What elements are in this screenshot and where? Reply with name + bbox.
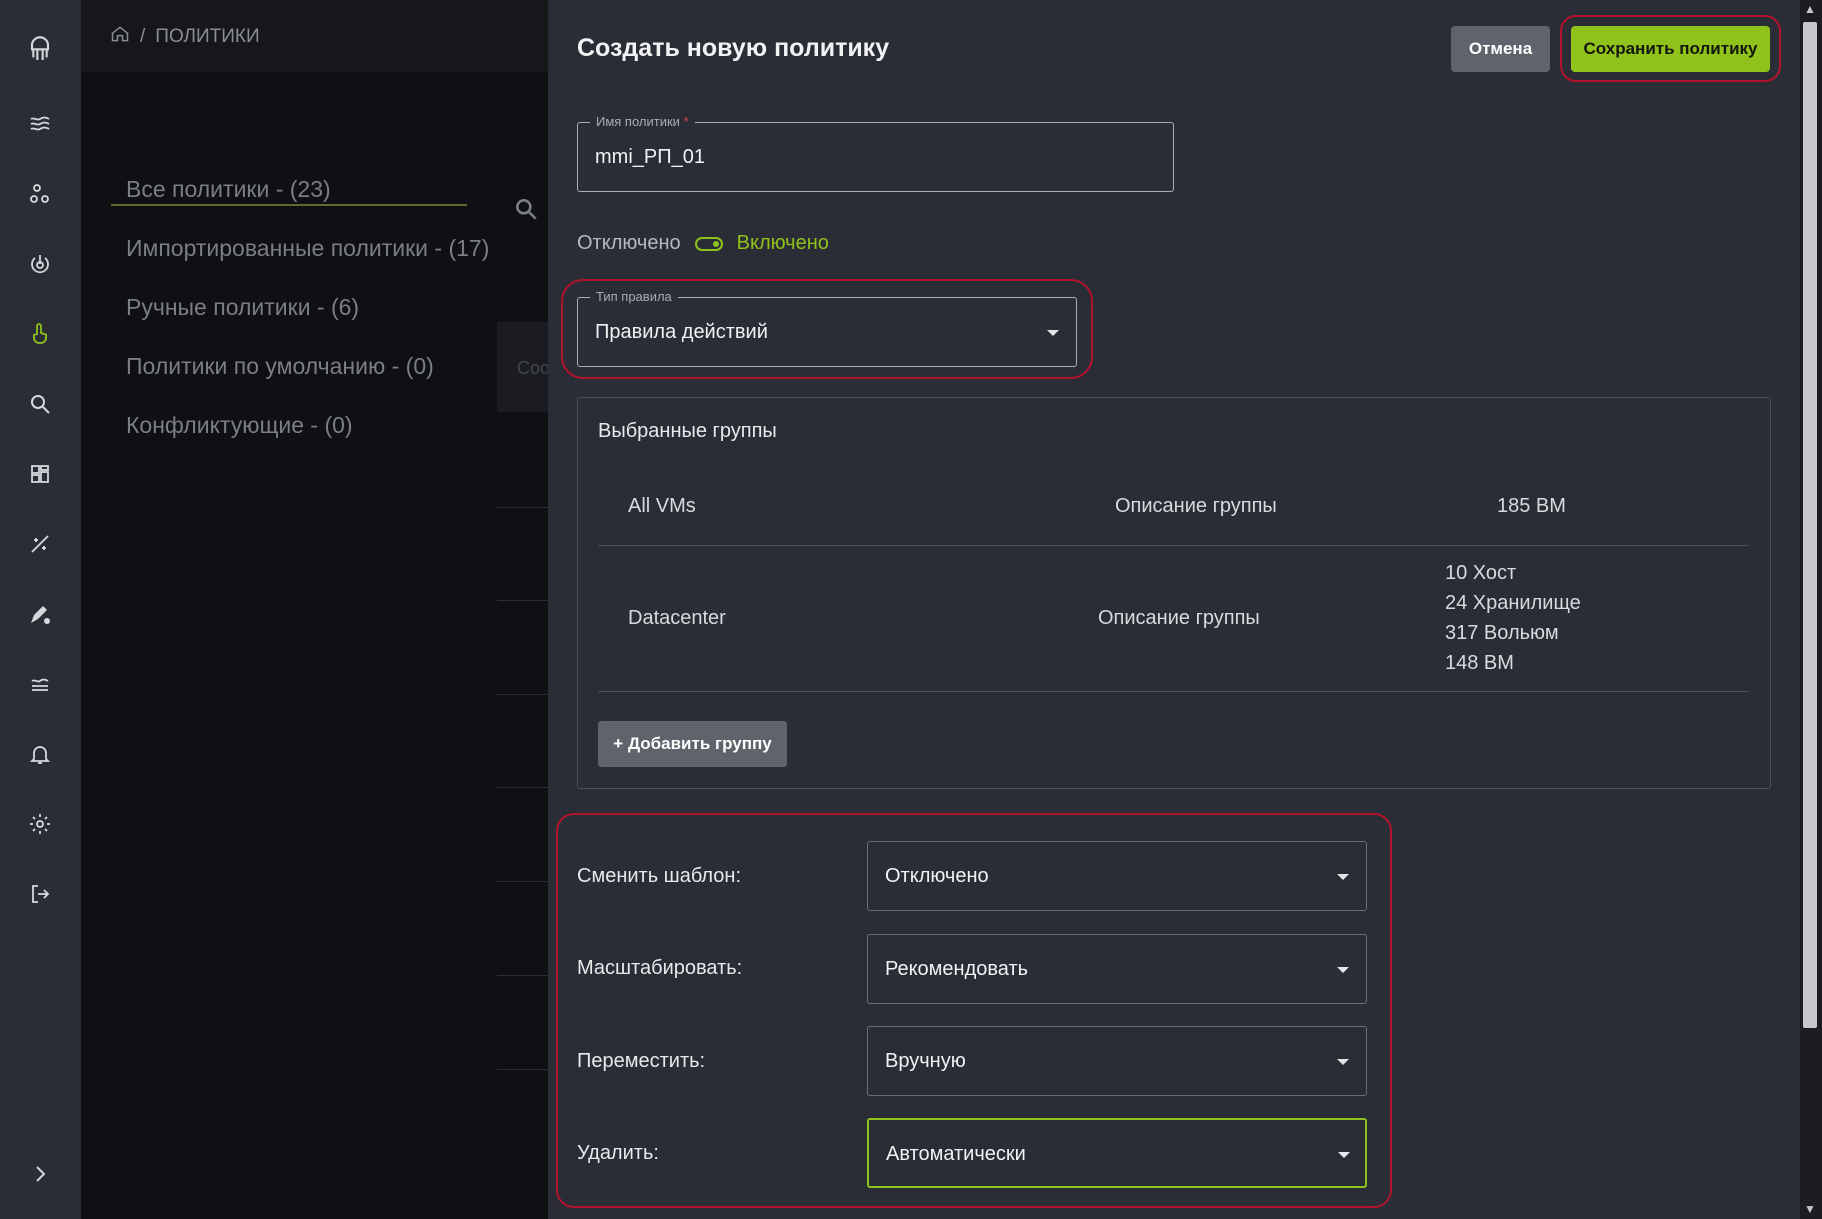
- group-stat: 24 Хранилище: [1445, 592, 1581, 614]
- chevron-down-icon: [1337, 1059, 1349, 1065]
- logo-octopus-icon[interactable]: [20, 28, 60, 68]
- status-toggle[interactable]: [694, 236, 723, 251]
- required-mark: *: [683, 114, 689, 129]
- background-row-divider: [497, 975, 548, 976]
- app-root: / ПОЛИТИКИ Все политики - (23) Импортиро…: [0, 0, 1822, 1219]
- policy-name-field[interactable]: Имя политики * mmi_РП_01: [577, 114, 1174, 192]
- background-row-divider: [497, 694, 548, 695]
- status-toggle-row: Отключено Включено: [577, 232, 829, 255]
- status-on-label: Включено: [736, 232, 829, 254]
- gear-icon[interactable]: [20, 804, 60, 844]
- home-icon[interactable]: [110, 24, 130, 50]
- group-stat: 317 Вольюм: [1445, 622, 1559, 644]
- waves-icon[interactable]: [20, 104, 60, 144]
- change-template-label: Сменить шаблон:: [577, 865, 742, 887]
- cancel-button[interactable]: Отмена: [1451, 26, 1550, 72]
- category-manual[interactable]: Ручные политики - (6): [126, 294, 359, 321]
- background-row-divider: [497, 600, 548, 601]
- move-value: Вручную: [885, 1050, 966, 1072]
- nodes-icon[interactable]: [20, 174, 60, 214]
- move-select[interactable]: Вручную: [867, 1026, 1367, 1096]
- group-stat: 10 Хост: [1445, 562, 1517, 584]
- dashboard-icon[interactable]: [20, 454, 60, 494]
- scroll-up-icon[interactable]: ▲: [1803, 2, 1817, 16]
- delete-select[interactable]: Автоматически: [867, 1118, 1367, 1188]
- rule-type-legend: Тип правила: [590, 289, 678, 304]
- add-group-button[interactable]: + Добавить группу: [598, 721, 787, 767]
- chevron-down-icon: [1338, 1152, 1350, 1158]
- policy-name-value[interactable]: mmi_РП_01: [595, 146, 705, 169]
- background-row-divider: [497, 881, 548, 882]
- drawer-title: Создать новую политику: [577, 34, 890, 62]
- delete-value: Автоматически: [886, 1143, 1026, 1165]
- category-all[interactable]: Все политики - (23): [126, 176, 331, 203]
- rule-type-select[interactable]: Тип правила Правила действий: [577, 289, 1077, 367]
- delete-label: Удалить:: [577, 1142, 659, 1164]
- chevron-right-icon[interactable]: [20, 1154, 60, 1194]
- group-name[interactable]: Datacenter: [628, 607, 726, 630]
- chevron-down-icon: [1337, 967, 1349, 973]
- pen-gear-icon[interactable]: [20, 594, 60, 634]
- category-conflicting[interactable]: Конфликтующие - (0): [126, 412, 353, 439]
- group-description: Описание группы: [1115, 495, 1277, 517]
- change-template-select[interactable]: Отключено: [867, 841, 1367, 911]
- chevron-down-icon: [1047, 330, 1059, 336]
- background-table-header: Соо: [497, 322, 551, 412]
- category-active-underline: [111, 204, 467, 206]
- background-table-fragment: Соо: [517, 358, 551, 378]
- chevron-down-icon: [1337, 874, 1349, 880]
- category-imported[interactable]: Импортированные политики - (17): [126, 235, 489, 262]
- scroll-down-icon[interactable]: ▼: [1803, 1202, 1817, 1216]
- selected-groups-title: Выбранные группы: [598, 420, 777, 442]
- category-default[interactable]: Политики по умолчанию - (0): [126, 353, 434, 380]
- change-template-value: Отключено: [885, 865, 989, 887]
- background-row-divider: [497, 1069, 548, 1070]
- search-icon[interactable]: [20, 384, 60, 424]
- status-off-label: Отключено: [577, 232, 681, 254]
- policy-name-legend: Имя политики *: [590, 114, 695, 129]
- save-policy-button[interactable]: Сохранить политику: [1571, 26, 1770, 72]
- rule-type-value: Правила действий: [595, 321, 768, 343]
- breadcrumb-page: ПОЛИТИКИ: [155, 26, 260, 47]
- breadcrumb-separator: /: [140, 26, 146, 47]
- group-stat: 185 ВМ: [1497, 495, 1566, 517]
- scrollbar-thumb[interactable]: [1803, 22, 1817, 1028]
- breadcrumb: / ПОЛИТИКИ: [110, 24, 260, 50]
- hand-pointer-icon[interactable]: [20, 314, 60, 354]
- policy-name-label: Имя политики: [596, 114, 680, 129]
- sparkle-icon[interactable]: [20, 524, 60, 564]
- background-row-divider: [497, 787, 548, 788]
- bell-icon[interactable]: [20, 734, 60, 774]
- scale-label: Масштабировать:: [577, 957, 743, 979]
- scale-value: Рекомендовать: [885, 958, 1029, 980]
- group-row-divider: [598, 691, 1749, 692]
- background-search-icon: [513, 196, 539, 227]
- group-name[interactable]: All VMs: [628, 495, 696, 518]
- move-label: Переместить:: [577, 1050, 706, 1072]
- power-icon[interactable]: [20, 244, 60, 284]
- group-stat: 148 ВМ: [1445, 652, 1514, 674]
- group-description: Описание группы: [1098, 607, 1260, 629]
- logout-icon[interactable]: [20, 874, 60, 914]
- icon-rail: [0, 0, 81, 1219]
- scale-select[interactable]: Рекомендовать: [867, 934, 1367, 1004]
- layers-icon[interactable]: [20, 664, 60, 704]
- background-row-divider: [497, 507, 548, 508]
- group-row-divider: [598, 545, 1749, 546]
